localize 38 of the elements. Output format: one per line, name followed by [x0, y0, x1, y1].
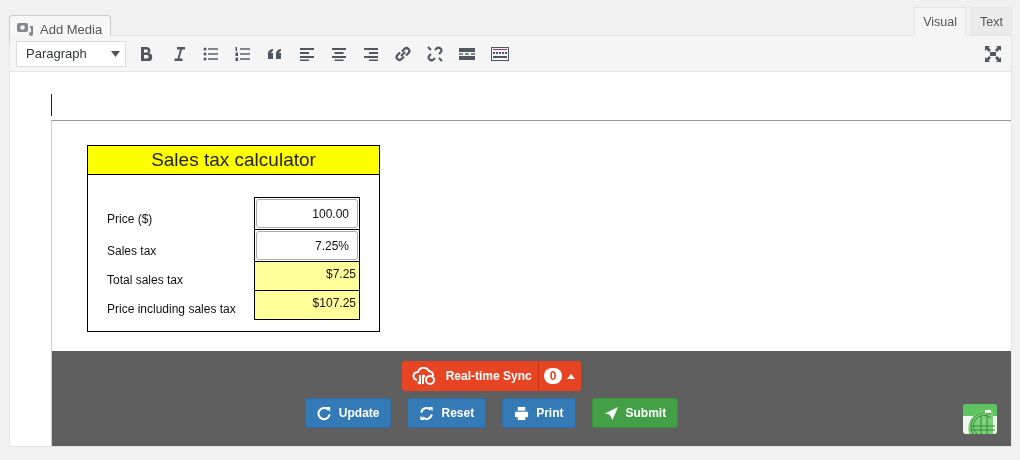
result-value: $7.25 [255, 262, 359, 290]
input-field[interactable]: 7.25% [256, 231, 358, 260]
send-icon [603, 405, 619, 421]
bold-icon[interactable] [139, 45, 155, 62]
link-icon[interactable] [395, 45, 411, 62]
field-label: Price ($) [107, 212, 153, 228]
caret-icon [111, 50, 120, 57]
align-center-icon[interactable] [331, 45, 347, 62]
numbered-list-icon[interactable] [235, 45, 251, 62]
bulleted-list-icon[interactable] [203, 45, 219, 62]
refresh-icon [316, 405, 332, 421]
calculator-title: Sales tax calculator [88, 146, 379, 175]
read-more-icon[interactable] [459, 45, 475, 62]
editor-tab[interactable]: Text [971, 7, 1012, 35]
editor-tab[interactable]: Visual [914, 7, 967, 36]
format-dropdown[interactable]: Paragraph [16, 40, 126, 67]
unlink-icon[interactable] [427, 45, 443, 62]
result-value: $107.25 [255, 291, 359, 319]
count-badge: 0 [543, 368, 563, 384]
align-right-icon[interactable] [363, 45, 379, 62]
field-label: Total sales tax [107, 273, 184, 289]
action-button[interactable]: Submit [591, 398, 679, 428]
action-button[interactable]: Reset [407, 398, 487, 428]
cloud-sync-icon [411, 367, 438, 385]
field-label: Price including sales tax [107, 302, 236, 318]
input-field[interactable]: 100.00 [256, 199, 358, 228]
keyboard-icon[interactable] [491, 45, 509, 62]
app-logo-icon [963, 404, 997, 434]
fullscreen-icon[interactable] [985, 45, 1001, 62]
field-label: Sales tax [107, 244, 157, 260]
sync-button[interactable]: Real-time Sync 0 [401, 361, 582, 391]
sync-arrows-icon [419, 405, 435, 421]
text-cursor [51, 94, 52, 116]
action-button[interactable]: Update [304, 398, 392, 428]
align-left-icon[interactable] [299, 45, 315, 62]
caret-icon [567, 373, 576, 379]
printer-icon [514, 405, 530, 421]
action-button[interactable]: Print [502, 398, 576, 428]
